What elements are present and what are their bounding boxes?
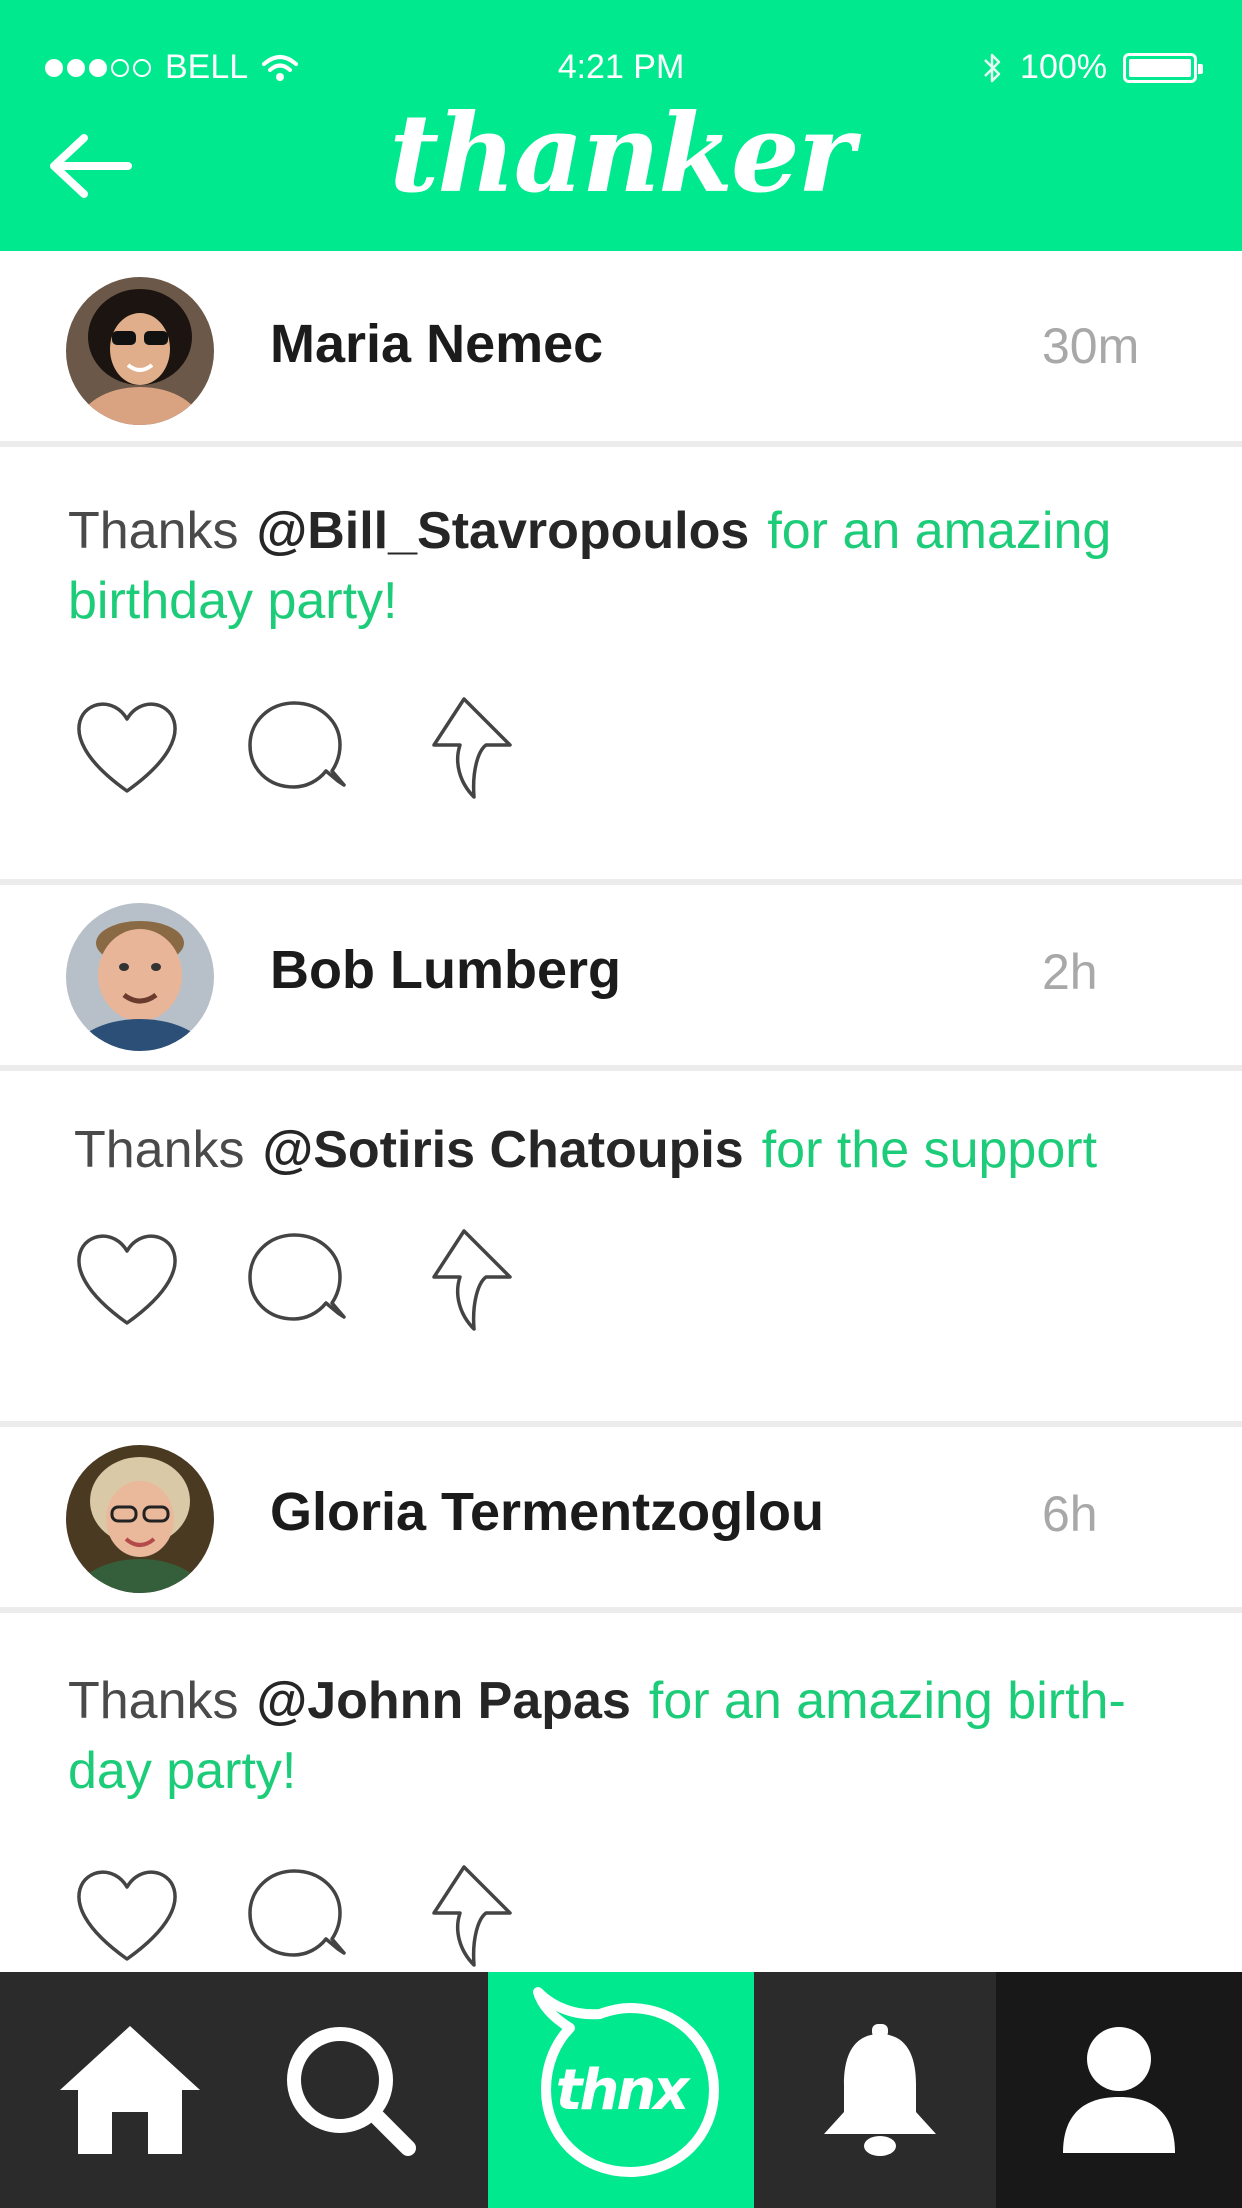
- mention-link[interactable]: @Sotiris Chatoupis: [263, 1121, 744, 1179]
- home-icon: [60, 2026, 200, 2154]
- tab-notifications[interactable]: [790, 1972, 970, 2208]
- thanks-word: Thanks: [68, 1672, 239, 1730]
- tab-profile[interactable]: [996, 1972, 1242, 2208]
- tab-thnx[interactable]: thnx: [488, 1972, 754, 2208]
- post-actions: [72, 1227, 522, 1333]
- avatar[interactable]: [66, 903, 214, 1051]
- post-time: 6h: [1042, 1486, 1098, 1542]
- like-heart-icon[interactable]: [72, 1227, 182, 1333]
- post-header[interactable]: Gloria Termentzoglou 6h: [0, 1423, 1242, 1613]
- bluetooth-icon: [984, 53, 1001, 82]
- post-message: Thanks @Sotiris Chatoupis for the support: [74, 1115, 1214, 1185]
- like-heart-icon[interactable]: [72, 695, 182, 801]
- battery-percent: 100%: [1020, 48, 1107, 86]
- post-message: Thanks @Bill_Stavropoulos for an amazing b…: [68, 496, 1208, 636]
- tab-search[interactable]: [260, 1972, 440, 2208]
- user-name[interactable]: Gloria Termentzoglou: [270, 1481, 824, 1543]
- bottom-tab-bar: thnx: [0, 1972, 1242, 2208]
- tab-home[interactable]: [40, 1972, 220, 2208]
- thnx-label: thnx: [555, 2058, 690, 2123]
- post-message: Thanks @Johnn Papas for an amazing birth-d…: [68, 1666, 1208, 1806]
- share-arrow-icon[interactable]: [412, 695, 522, 801]
- comment-icon[interactable]: [242, 1227, 352, 1333]
- post-actions: [72, 695, 522, 801]
- user-name[interactable]: Bob Lumberg: [270, 939, 621, 1001]
- search-icon: [287, 2027, 416, 2156]
- avatar[interactable]: [66, 1445, 214, 1593]
- mention-link[interactable]: @Johnn Papas: [257, 1672, 631, 1730]
- comment-icon[interactable]: [242, 1863, 352, 1969]
- battery-icon: [1123, 52, 1203, 83]
- thanks-word: Thanks: [74, 1121, 245, 1179]
- status-bar: BELL 4:21 PM 100%: [0, 48, 1242, 88]
- app-logo: thanker: [389, 91, 854, 217]
- post-header[interactable]: Maria Nemec 30m: [0, 251, 1242, 441]
- status-right: 100%: [982, 48, 1203, 87]
- comment-icon[interactable]: [242, 695, 352, 801]
- app-header: BELL 4:21 PM 100% thanker: [0, 0, 1242, 251]
- user-name[interactable]: Maria Nemec: [270, 313, 603, 375]
- avatar[interactable]: [66, 277, 214, 425]
- post-time: 2h: [1042, 944, 1098, 1000]
- divider: [0, 1065, 1242, 1071]
- post-actions: [72, 1863, 522, 1969]
- thanks-message: for the support: [761, 1121, 1098, 1179]
- divider: [0, 1607, 1242, 1613]
- post-time: 30m: [1042, 318, 1140, 374]
- share-arrow-icon[interactable]: [412, 1863, 522, 1969]
- share-arrow-icon[interactable]: [412, 1227, 522, 1333]
- like-heart-icon[interactable]: [72, 1863, 182, 1969]
- post-header[interactable]: Bob Lumberg 2h: [0, 881, 1242, 1071]
- profile-icon: [1063, 2027, 1175, 2153]
- divider: [0, 441, 1242, 447]
- thanks-word: Thanks: [68, 502, 239, 560]
- bell-icon: [824, 2024, 936, 2156]
- mention-link[interactable]: @Bill_Stavropoulos: [257, 502, 750, 560]
